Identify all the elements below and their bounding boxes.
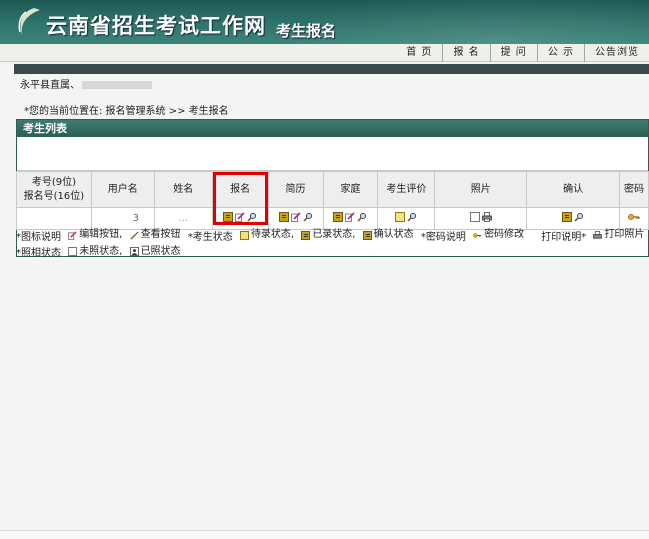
legend-entered-label: 已录状态, [312, 229, 356, 240]
cell-evaluation [377, 207, 436, 230]
col-password: 密码 [618, 171, 649, 208]
col-username: 用户名 [90, 171, 155, 208]
entered-icon [278, 212, 289, 222]
no-photo-icon [68, 247, 78, 256]
legend-password-heading: *密码说明 [420, 231, 466, 243]
cell-family [322, 207, 379, 230]
col-name: 姓名 [153, 171, 213, 208]
printer-icon[interactable] [481, 212, 492, 222]
edit-icon[interactable] [290, 212, 301, 222]
view-icon[interactable] [357, 212, 367, 222]
photo-icon [129, 247, 139, 256]
legend-status-heading: *考生状态 [187, 231, 233, 243]
legend-view: 查看按钮 [129, 228, 181, 242]
view-icon[interactable] [574, 212, 584, 222]
view-icon [129, 231, 138, 240]
site-title: 云南省招生考试工作网 [46, 14, 266, 38]
col-exam-no: 考号(9位) 报名号(16位) [16, 171, 92, 208]
key-icon [473, 232, 482, 238]
legend-photo-heading: *照相状态 [16, 248, 61, 259]
nav-announcements[interactable]: 公告浏览 [584, 44, 649, 62]
legend-photo: 已照状态 [129, 245, 181, 259]
username-text: 3 [132, 213, 139, 224]
confirmed-icon [362, 230, 372, 240]
legend-pending-label: 待录状态, [250, 229, 295, 240]
view-icon[interactable] [247, 212, 257, 222]
top-nav: 首 页 报 名 提 问 公 示 公告浏览 [0, 44, 649, 62]
legend-confirmed-label: 确认状态 [373, 229, 414, 240]
page-subtitle: 考生报名 [276, 22, 337, 40]
printer-icon [593, 230, 603, 239]
legend: *图标说明 编辑按钮, 查看按钮 *考生状态 待录状态, 已录状态, 确认状态 … [16, 228, 649, 261]
name-text: ... [178, 213, 188, 224]
entered-icon [301, 230, 311, 240]
bottom-edge [0, 530, 649, 539]
legend-edit-label: 编辑按钮, [79, 229, 123, 240]
header-strip [14, 64, 649, 74]
legend-no-photo-label: 未照状态, [79, 245, 123, 257]
legend-view-label: 查看按钮 [140, 229, 181, 240]
pending-icon [239, 230, 249, 240]
print-photo-label: 打印照片 [604, 229, 645, 240]
cell-register [211, 207, 269, 230]
col-register: 报名 [211, 171, 269, 208]
area-name-text: 永平县直属、 [20, 80, 80, 91]
view-icon[interactable] [302, 212, 313, 222]
logo-icon [18, 8, 40, 36]
nav-register[interactable]: 报 名 [442, 44, 489, 62]
breadcrumb: *您的当前位置在: 报名管理系统 >> 考生报名 [24, 106, 229, 117]
panel-title: 考生列表 [17, 120, 648, 137]
legend-row-1: *图标说明 编辑按钮, 查看按钮 *考生状态 待录状态, 已录状态, 确认状态 … [16, 228, 649, 245]
panel-spacer [17, 137, 648, 171]
legend-photo-label: 已照状态 [140, 245, 181, 257]
legend-entered: 已录状态, [301, 228, 356, 242]
key-icon[interactable] [628, 212, 640, 222]
site-header: 云南省招生考试工作网 考生报名 [0, 0, 649, 44]
print-photo-link[interactable]: 打印照片 [593, 228, 644, 242]
nav-home[interactable]: 首 页 [396, 44, 442, 62]
edit-icon[interactable] [345, 212, 356, 222]
col-evaluation: 考生评价 [377, 171, 436, 208]
no-photo-icon [469, 212, 480, 222]
legend-icons-heading: *图标说明 [16, 231, 61, 243]
legend-row-2: *照相状态 未照状态, 已照状态 [16, 245, 649, 262]
view-icon[interactable] [407, 212, 417, 222]
nav-ask[interactable]: 提 问 [489, 44, 537, 62]
edit-icon[interactable] [235, 212, 245, 222]
cell-exam-no [16, 207, 92, 230]
pending-icon [395, 212, 406, 222]
col-photo: 照片 [434, 171, 528, 208]
legend-print-heading: 打印说明* [541, 231, 587, 243]
col-exam-no-label: 考号(9位) 报名号(16位) [23, 176, 85, 202]
table-header-row: 考号(9位) 报名号(16位) 用户名 姓名 报名 简历 家庭 考生评价 照片 … [16, 171, 649, 208]
cell-password [618, 207, 649, 230]
legend-pending: 待录状态, [239, 228, 295, 242]
legend-edit: 编辑按钮, [68, 228, 122, 242]
col-confirm: 确认 [526, 171, 620, 208]
area-name: 永平县直属、 [20, 76, 152, 91]
content-background [0, 262, 649, 539]
cell-resume [267, 207, 324, 230]
cell-confirm [526, 207, 620, 230]
nav-publicity[interactable]: 公 示 [536, 44, 584, 62]
entered-icon [333, 212, 344, 222]
cell-username: 3 [90, 207, 155, 230]
edit-icon [68, 230, 77, 240]
redacted-block [82, 81, 152, 89]
student-table: 考号(9位) 报名号(16位) 用户名 姓名 报名 简历 家庭 考生评价 照片 … [16, 171, 649, 230]
table-row: 3 ... [16, 207, 649, 230]
entered-icon [223, 212, 234, 222]
legend-no-photo: 未照状态, [68, 245, 122, 259]
entered-icon [562, 212, 573, 222]
legend-confirmed: 确认状态 [362, 228, 414, 242]
cell-name: ... [153, 207, 213, 230]
col-resume: 简历 [267, 171, 324, 208]
col-family: 家庭 [322, 171, 379, 208]
cell-photo [434, 207, 528, 230]
change-password-link[interactable]: 密码修改 [473, 228, 524, 242]
change-password-label: 密码修改 [484, 229, 525, 240]
